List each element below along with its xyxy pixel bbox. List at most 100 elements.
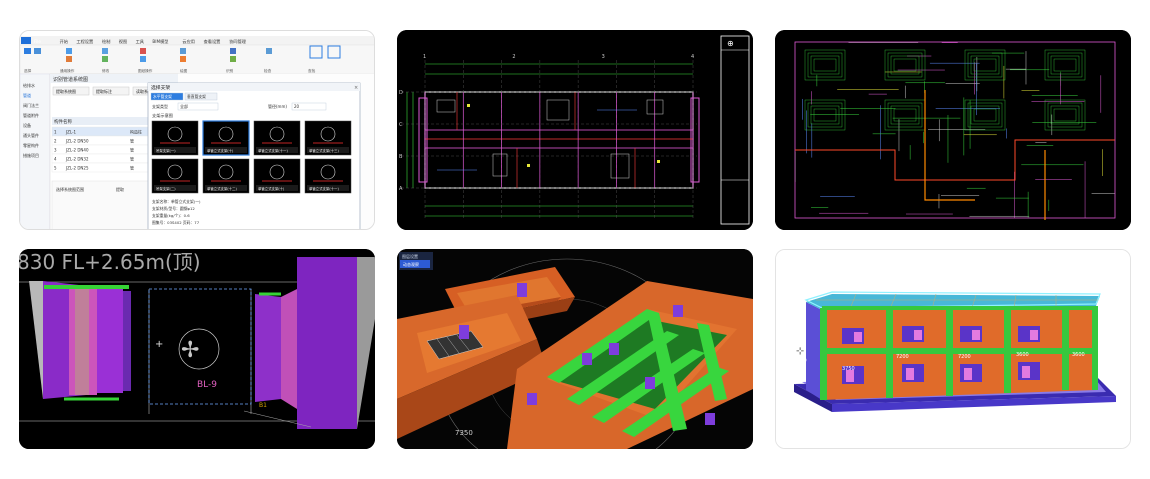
axis-label: 1	[423, 54, 426, 60]
dimension-label: 8000	[794, 358, 807, 364]
axis-label: C	[399, 122, 403, 128]
thumbnail-caption: 吊架支架(二)	[156, 186, 176, 191]
building-3d-card[interactable]: 8000 3750 7200 7200 3600 3600 ⊹	[775, 249, 1131, 449]
fan-icon: ✢	[181, 338, 199, 363]
cad-mep-plan	[775, 30, 1131, 230]
elevation-label: 830 FL+2.65m(顶)	[19, 250, 201, 274]
tree-item[interactable]: 措施项目	[23, 152, 39, 158]
row-name: JZL-2 DN25	[65, 166, 89, 171]
menu-item[interactable]: 查看设置	[204, 38, 221, 45]
row-type: 管	[130, 156, 134, 162]
dimension-label: 7200	[896, 354, 909, 360]
ribbon-group-label: 图纸操作	[138, 68, 153, 73]
bracket-info-line: 支架重量(kg/个)：0.6	[152, 213, 190, 218]
coordinate-axis-icon: ⊹	[796, 346, 804, 357]
bottom-label: 选择系统图范围	[56, 186, 84, 192]
dialog-section: 支架示意图	[152, 112, 173, 119]
elevation-tag-2: B1	[259, 402, 267, 409]
cad-mep-plan-card[interactable]	[775, 30, 1131, 230]
thumbnail-caption: 单管立式支架(十)	[258, 186, 285, 191]
cad-floor-plan: ⊕ ABCD12345678	[397, 30, 753, 230]
elevation-detail-card[interactable]: 830 FL+2.65m(顶) ✢ + BL-9 B1	[19, 249, 375, 449]
thumbnail-caption: 单管立式支架(十一)	[309, 186, 339, 191]
pipe-diameter-value: 20	[294, 104, 300, 109]
elevation-detail: 830 FL+2.65m(顶) ✢ + BL-9 B1	[19, 249, 375, 449]
panel-column-header: 构件名称	[54, 118, 72, 125]
image-gallery: File 开始 工程设置 绘制 视图 工具 BIM模型 云应用 查看设置 协同管理	[0, 0, 1150, 479]
menu-item[interactable]: 开始	[60, 38, 69, 45]
thumbnail-caption: 单管立式支架(十一)	[258, 148, 288, 153]
row-name: JZL-2 DN50	[65, 139, 89, 144]
row-type: 构造柱	[130, 129, 142, 135]
menu-item[interactable]: BIM模型	[152, 38, 168, 45]
software-screenshot-card[interactable]: File 开始 工程设置 绘制 视图 工具 BIM模型 云应用 查看设置 协同管理	[19, 30, 375, 230]
dimension-label: 3600	[1016, 352, 1029, 358]
cad-floor-plan-card[interactable]: ⊕ ABCD12345678	[397, 30, 753, 230]
ribbon-group-label: 查找	[308, 68, 316, 73]
thumbnail-caption: 单管立式支架(十三)	[309, 148, 339, 153]
axis-label: D	[399, 90, 403, 96]
dimension-label: 7200	[958, 354, 971, 360]
row-name: JZL-2 DN32	[65, 157, 89, 162]
dimension-label: 3750	[842, 366, 855, 372]
bracket-info-line: 支架材质/型号：圆钢φ12	[152, 206, 195, 211]
tree-item[interactable]: 阀门法兰	[23, 102, 39, 108]
dialog-tab-label: 垂直管支架	[187, 94, 206, 99]
dimension-label: 7350	[455, 429, 473, 437]
elevation-tag: BL-9	[197, 380, 217, 390]
orbit-button-label: 动态观察	[403, 261, 419, 267]
axis-label: A	[399, 186, 403, 192]
dialog-tab-label: 水平管支架	[153, 94, 172, 99]
dialog-title: 选择支架	[151, 84, 170, 91]
row-name: JZL-2 DN40	[65, 148, 89, 153]
pipe-diameter-label: 管径(mm)	[268, 103, 287, 109]
axis-label: B	[399, 154, 403, 160]
axis-label: 3	[602, 54, 605, 60]
menu-item[interactable]: 视图	[119, 38, 127, 45]
bracket-type-value: 全部	[180, 103, 188, 109]
building-3d: 8000 3750 7200 7200 3600 3600 ⊹	[776, 250, 1130, 448]
panel-title: 识别管道系统图	[53, 76, 88, 83]
foundation-3d-card[interactable]: 图层设置 动态观察 7350	[397, 249, 753, 449]
plus-icon: +	[155, 339, 163, 350]
tree-item[interactable]: 管道附件	[23, 112, 39, 118]
bracket-info-line: 图集号：03S402 页码：77	[152, 220, 200, 225]
ribbon-group-label: 选择	[24, 68, 32, 73]
axis-label: 2	[512, 54, 515, 60]
menu-item[interactable]: 云应用	[182, 38, 195, 45]
thumbnail-caption: 单管立式支架(十二)	[207, 186, 237, 191]
bracket-info-line: 支架名称：单管立式支架(一)	[152, 199, 201, 204]
bracket-type-label: 支架类型	[152, 103, 168, 109]
tree-item[interactable]: 零星构件	[23, 142, 39, 148]
menu-item[interactable]: 绘制	[102, 38, 110, 45]
menu-item[interactable]: 工程设置	[76, 38, 93, 45]
row-type: 管	[130, 165, 134, 171]
panel-button-label: 提取标注	[96, 88, 112, 94]
tree-item[interactable]: 设备	[23, 122, 31, 128]
row-name: JZL-1	[65, 130, 77, 135]
panel-button-label: 提取系统图	[56, 88, 76, 94]
axis-label: 4	[691, 54, 694, 60]
layer-settings-label: 图层设置	[402, 253, 418, 259]
ribbon-group-label: 识别	[226, 68, 234, 73]
menu-item[interactable]: File	[34, 39, 41, 44]
ribbon-group-label: 检查	[264, 68, 272, 73]
software-screenshot: File 开始 工程设置 绘制 视图 工具 BIM模型 云应用 查看设置 协同管理	[20, 31, 374, 229]
close-icon[interactable]: ×	[354, 85, 358, 91]
foundation-3d: 图层设置 动态观察 7350	[397, 249, 753, 449]
tree-item[interactable]: 通头管件	[23, 132, 39, 138]
menu-item[interactable]: 协同管理	[229, 38, 247, 45]
row-type: 管	[130, 138, 134, 144]
ribbon-group-label: 通用操作	[60, 68, 75, 73]
tree-item[interactable]: 给排水	[23, 82, 35, 88]
dimension-label: 3600	[1072, 352, 1085, 358]
thumbnail-caption: 吊架支架(一)	[156, 148, 176, 153]
bottom-label: 提取	[116, 186, 124, 192]
ribbon-group-label: 修改	[102, 68, 110, 73]
row-type: 管	[130, 147, 134, 153]
thumbnail-caption: 单管立式支架(十)	[207, 148, 234, 153]
north-arrow-icon: ⊕	[727, 39, 734, 48]
tree-item[interactable]: 管道	[23, 92, 31, 98]
menu-bar[interactable]: File 开始 工程设置 绘制 视图 工具 BIM模型 云应用 查看设置 协同管理	[34, 38, 247, 45]
ribbon-group-label: 绘图	[180, 68, 188, 73]
